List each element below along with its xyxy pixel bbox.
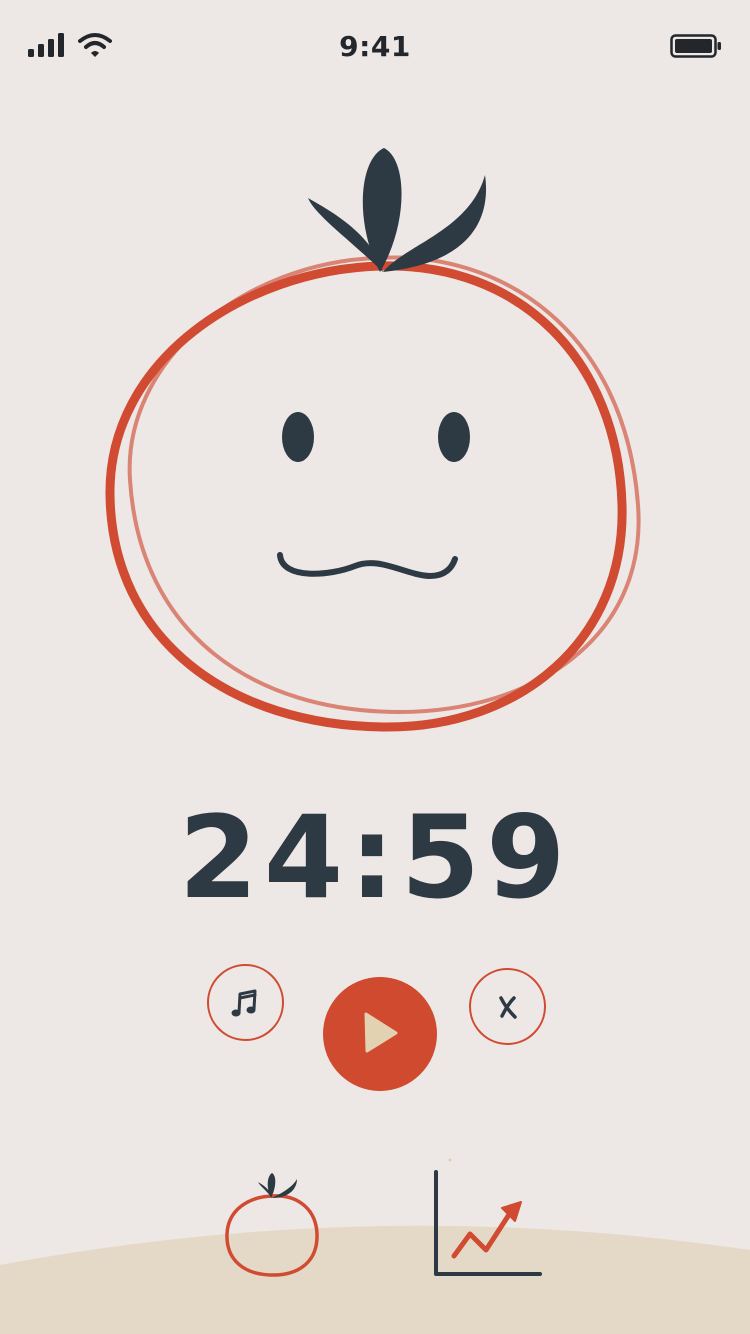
- mouth: [277, 552, 458, 580]
- play-button[interactable]: [323, 977, 437, 1091]
- timer-display: 24:59: [178, 791, 572, 924]
- left-eye: [282, 412, 314, 462]
- music-note-icon: [231, 989, 256, 1016]
- close-icon: [498, 995, 517, 1019]
- status-time: 9:41: [339, 30, 411, 63]
- tomato-icon: [225, 1173, 319, 1277]
- tomato-mascot: [105, 148, 641, 732]
- ground-background: [0, 1225, 750, 1334]
- play-icon: [364, 1012, 398, 1053]
- tab-timer[interactable]: [218, 1168, 326, 1280]
- music-button[interactable]: [207, 964, 284, 1041]
- close-button[interactable]: [469, 968, 546, 1045]
- tab-stats[interactable]: [426, 1156, 546, 1282]
- status-bar: 9:41: [0, 0, 750, 96]
- tomato-outline: [105, 261, 627, 732]
- stats-chart-icon: [434, 1158, 542, 1276]
- leaf-icon: [308, 148, 487, 272]
- pomodoro-screen: 9:41 24:59: [0, 0, 750, 1334]
- right-eye: [438, 412, 470, 462]
- battery-icon: [670, 34, 721, 58]
